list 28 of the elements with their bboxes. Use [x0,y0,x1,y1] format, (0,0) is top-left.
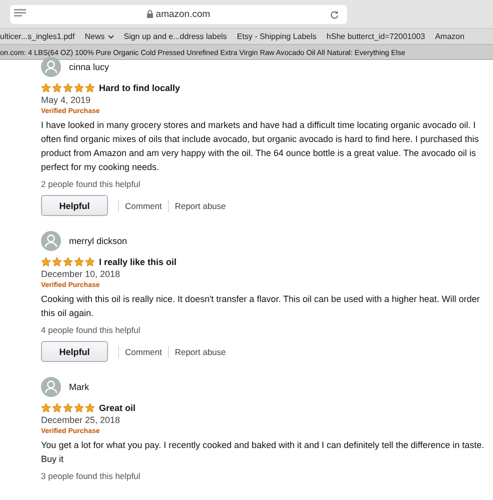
reviewer-name[interactable]: Mark [69,382,89,392]
report-abuse-link[interactable]: Report abuse [168,200,232,212]
bookmark-link[interactable]: ulticer...s_ingles1.pdf [0,32,75,41]
reviewer-name[interactable]: cinna lucy [69,62,110,72]
reviewer-name[interactable]: merryl dickson [69,236,128,246]
bookmark-link[interactable]: Amazon [435,32,464,41]
review-text: Cooking with this oil is really nice. It doesn't transfer a flavor. This oil can be used with a higher heat. Will order this oil again. [41,293,481,320]
helpful-count: 4 people found this helpful [41,325,142,335]
helpful-button[interactable]: Helpful [41,341,108,362]
helpful-count: 3 people found this helpful [41,471,142,481]
review-date: May 4, 2019 [41,95,92,105]
review-title[interactable]: I really like this oil [99,257,177,267]
helpful-button[interactable]: Helpful [41,195,108,216]
helpful-count: 2 people found this helpful [41,179,142,189]
comment-link[interactable]: Comment [118,200,168,212]
review-text: You get a lot for what you pay. I recently cooked and baked with it and I can definitely tell the difference in taste. Buy it [41,439,486,466]
review-text: I have looked in many grocery stores and markets and have had a difficult time locating organic avocado oil. I often find organic mixes of oils that include avocado, but organic avocado is hard to find here. I purchased this product from Amazon and am very happy with the oil. The 64 ounce bottle is a great value. The avocado oil is perfect for my cooking needs. [41,119,480,174]
comment-link[interactable]: Comment [118,346,168,358]
report-abuse-link[interactable]: Report abuse [168,346,232,358]
bookmark-link[interactable]: hShe butterct_id=72001003 [326,32,426,41]
bookmark-link[interactable]: Sign up and e...ddress labels [124,32,227,41]
review-title[interactable]: Great oil [99,403,136,413]
address-bar[interactable]: amazon.com [10,4,347,24]
bookmark-link[interactable]: Etsy - Shipping Labels [236,32,317,41]
review-date: December 10, 2018 [41,269,122,279]
review-date: December 25, 2018 [41,415,122,425]
review-title[interactable]: Hard to find locally [99,83,180,93]
bookmark-link[interactable]: News [84,32,114,41]
